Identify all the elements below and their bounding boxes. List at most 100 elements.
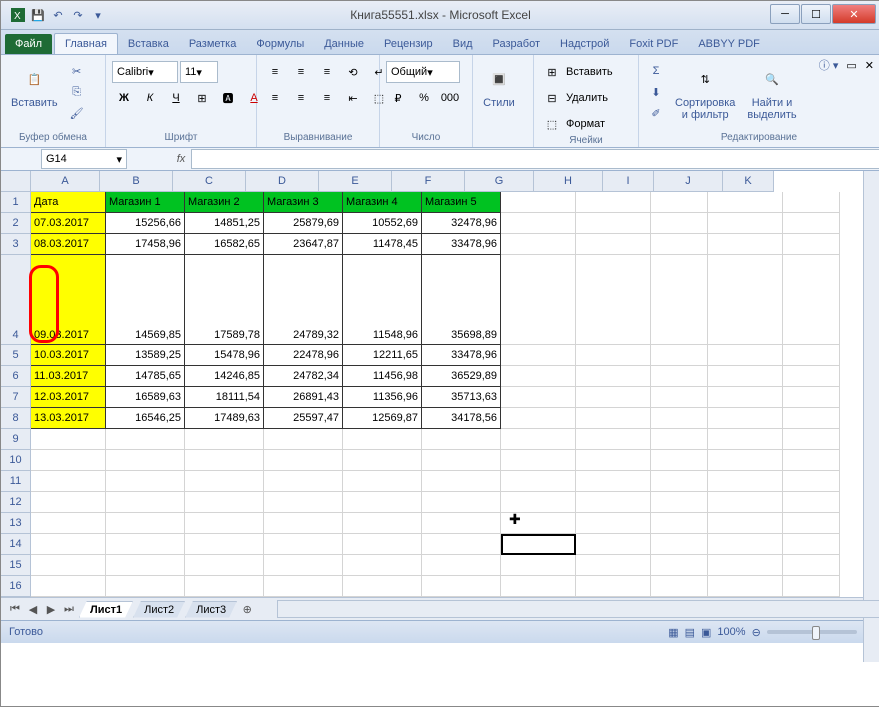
cell-F3[interactable]: 33478,96 bbox=[422, 234, 501, 255]
tab-home[interactable]: Главная bbox=[54, 33, 118, 54]
cell-J5[interactable] bbox=[708, 345, 783, 366]
cell-H1[interactable] bbox=[576, 192, 651, 213]
tab-addins[interactable]: Надстрой bbox=[550, 34, 619, 54]
cell-K14[interactable] bbox=[783, 534, 840, 555]
cell-D3[interactable]: 23647,87 bbox=[264, 234, 343, 255]
cell-G7[interactable] bbox=[501, 387, 576, 408]
select-all-corner[interactable] bbox=[1, 171, 31, 192]
indent-dec-button[interactable]: ⇤ bbox=[341, 87, 365, 109]
cell-F12[interactable] bbox=[422, 492, 501, 513]
cell-E13[interactable] bbox=[343, 513, 422, 534]
sheet-tab-1[interactable]: Лист2 bbox=[133, 601, 185, 618]
cell-I10[interactable] bbox=[651, 450, 708, 471]
cell-D10[interactable] bbox=[264, 450, 343, 471]
col-header-D[interactable]: D bbox=[246, 171, 319, 192]
cell-K16[interactable] bbox=[783, 576, 840, 597]
border-button[interactable]: ⊞ bbox=[190, 87, 214, 109]
cell-H8[interactable] bbox=[576, 408, 651, 429]
save-icon[interactable]: 💾 bbox=[29, 6, 47, 24]
cell-I2[interactable] bbox=[651, 213, 708, 234]
cell-J16[interactable] bbox=[708, 576, 783, 597]
cell-C15[interactable] bbox=[185, 555, 264, 576]
cell-K13[interactable] bbox=[783, 513, 840, 534]
cell-E11[interactable] bbox=[343, 471, 422, 492]
cell-J9[interactable] bbox=[708, 429, 783, 450]
cell-D7[interactable]: 26891,43 bbox=[264, 387, 343, 408]
cell-I15[interactable] bbox=[651, 555, 708, 576]
sheet-nav-prev[interactable]: ◀ bbox=[25, 601, 41, 617]
cell-E15[interactable] bbox=[343, 555, 422, 576]
cell-D4[interactable]: 24789,32 bbox=[264, 255, 343, 345]
cell-K6[interactable] bbox=[783, 366, 840, 387]
row-header-7[interactable]: 7 bbox=[1, 387, 31, 408]
cell-F15[interactable] bbox=[422, 555, 501, 576]
zoom-level[interactable]: 100% bbox=[717, 626, 745, 638]
cell-B16[interactable] bbox=[106, 576, 185, 597]
cell-C5[interactable]: 15478,96 bbox=[185, 345, 264, 366]
cell-B8[interactable]: 16546,25 bbox=[106, 408, 185, 429]
row-header-14[interactable]: 14 bbox=[1, 534, 31, 555]
col-header-K[interactable]: K bbox=[723, 171, 774, 192]
cell-H15[interactable] bbox=[576, 555, 651, 576]
cell-G1[interactable] bbox=[501, 192, 576, 213]
cell-G8[interactable] bbox=[501, 408, 576, 429]
cell-B14[interactable] bbox=[106, 534, 185, 555]
cell-C9[interactable] bbox=[185, 429, 264, 450]
cell-C14[interactable] bbox=[185, 534, 264, 555]
cell-H14[interactable] bbox=[576, 534, 651, 555]
cell-A7[interactable]: 12.03.2017 bbox=[31, 387, 106, 408]
cell-H16[interactable] bbox=[576, 576, 651, 597]
cell-I13[interactable] bbox=[651, 513, 708, 534]
cell-H11[interactable] bbox=[576, 471, 651, 492]
number-format-select[interactable]: Общий ▾ bbox=[386, 61, 460, 83]
cell-K15[interactable] bbox=[783, 555, 840, 576]
cell-F7[interactable]: 35713,63 bbox=[422, 387, 501, 408]
cell-K12[interactable] bbox=[783, 492, 840, 513]
cell-A6[interactable]: 11.03.2017 bbox=[31, 366, 106, 387]
currency-button[interactable]: ₽ bbox=[386, 87, 410, 109]
insert-cells-button[interactable]: ⊞ bbox=[540, 61, 564, 83]
cut-icon[interactable]: ✂ bbox=[66, 61, 88, 81]
col-header-I[interactable]: I bbox=[603, 171, 654, 192]
cell-A14[interactable] bbox=[31, 534, 106, 555]
cell-D14[interactable] bbox=[264, 534, 343, 555]
cell-E3[interactable]: 11478,45 bbox=[343, 234, 422, 255]
row-header-11[interactable]: 11 bbox=[1, 471, 31, 492]
cell-I4[interactable] bbox=[651, 255, 708, 345]
cell-B11[interactable] bbox=[106, 471, 185, 492]
cell-C13[interactable] bbox=[185, 513, 264, 534]
clear-icon[interactable]: ✐ bbox=[645, 103, 667, 123]
align-center-button[interactable]: ≡ bbox=[289, 87, 313, 109]
undo-icon[interactable]: ↶ bbox=[49, 6, 67, 24]
cell-J15[interactable] bbox=[708, 555, 783, 576]
cell-E12[interactable] bbox=[343, 492, 422, 513]
cell-D6[interactable]: 24782,34 bbox=[264, 366, 343, 387]
cell-H7[interactable] bbox=[576, 387, 651, 408]
format-painter-icon[interactable]: 🖌 bbox=[66, 103, 88, 123]
cell-A15[interactable] bbox=[31, 555, 106, 576]
cell-E16[interactable] bbox=[343, 576, 422, 597]
col-header-H[interactable]: H bbox=[534, 171, 603, 192]
tab-abbyy[interactable]: ABBYY PDF bbox=[688, 34, 770, 54]
cell-H9[interactable] bbox=[576, 429, 651, 450]
close-button[interactable]: ✕ bbox=[832, 4, 876, 24]
row-header-3[interactable]: 3 bbox=[1, 234, 31, 255]
cell-E1[interactable]: Магазин 4 bbox=[343, 192, 422, 213]
row-header-10[interactable]: 10 bbox=[1, 450, 31, 471]
row-header-1[interactable]: 1 bbox=[1, 192, 31, 213]
font-size-select[interactable]: 11 ▾ bbox=[180, 61, 218, 83]
comma-button[interactable]: 000 bbox=[438, 87, 462, 109]
paste-button[interactable]: 📋 Вставить bbox=[7, 61, 62, 111]
cell-I5[interactable] bbox=[651, 345, 708, 366]
cell-F13[interactable] bbox=[422, 513, 501, 534]
col-header-J[interactable]: J bbox=[654, 171, 723, 192]
cell-E4[interactable]: 11548,96 bbox=[343, 255, 422, 345]
cell-K1[interactable] bbox=[783, 192, 840, 213]
cell-A10[interactable] bbox=[31, 450, 106, 471]
cell-B4[interactable]: 14569,85 bbox=[106, 255, 185, 345]
align-bot-button[interactable]: ≡ bbox=[315, 61, 339, 83]
minimize-button[interactable]: ─ bbox=[770, 4, 800, 24]
cell-B3[interactable]: 17458,96 bbox=[106, 234, 185, 255]
cell-G14[interactable] bbox=[501, 534, 576, 555]
row-header-9[interactable]: 9 bbox=[1, 429, 31, 450]
